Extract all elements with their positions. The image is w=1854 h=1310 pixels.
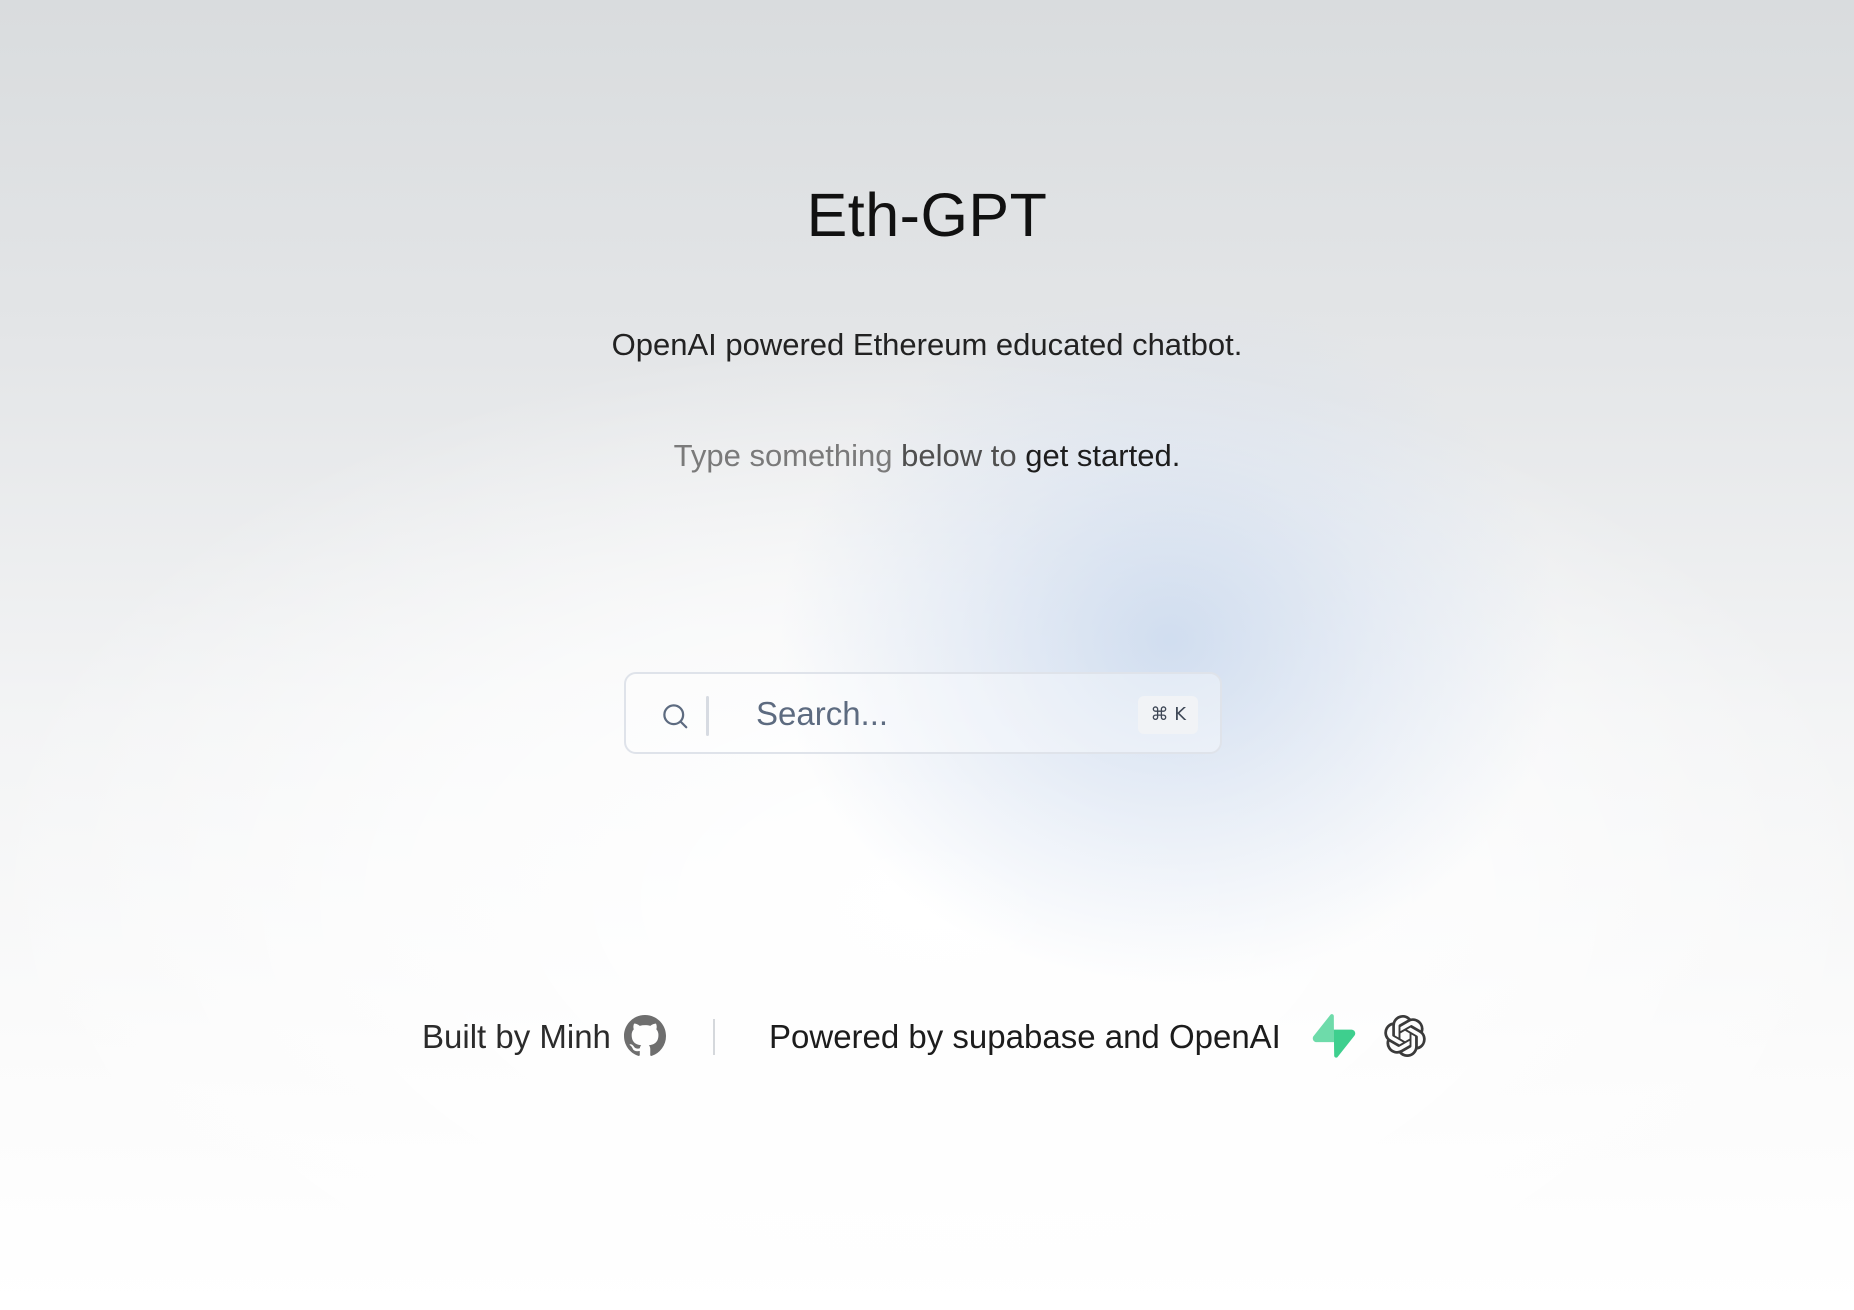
powered-by-text: Powered by supabase and OpenAI xyxy=(769,1018,1281,1055)
search-input[interactable] xyxy=(756,690,1076,738)
openai-icon[interactable] xyxy=(1384,1015,1426,1057)
hint-part: get started. xyxy=(1016,438,1181,473)
hint-part: Type something xyxy=(673,438,893,473)
main-content: Eth-GPT OpenAI powered Ethereum educated… xyxy=(0,0,1854,1310)
page-title: Eth-GPT xyxy=(806,181,1048,249)
supabase-icon[interactable] xyxy=(1312,1014,1356,1058)
search-divider xyxy=(706,696,709,736)
get-started-hint: Type something below to get started. xyxy=(0,438,1854,474)
built-by-text: Built by Minh xyxy=(422,1018,611,1055)
page-subtitle: OpenAI powered Ethereum educated chatbot… xyxy=(611,327,1243,362)
footer-divider xyxy=(713,1019,715,1055)
search-bar[interactable]: ⌘ K xyxy=(624,672,1222,754)
hint-part: below to xyxy=(892,438,1017,473)
search-icon xyxy=(663,704,688,729)
github-icon[interactable] xyxy=(624,1015,666,1057)
keyboard-shortcut-badge: ⌘ K xyxy=(1138,696,1198,734)
footer: Built by Minh Powered by supabase and Op… xyxy=(0,1010,1854,1064)
